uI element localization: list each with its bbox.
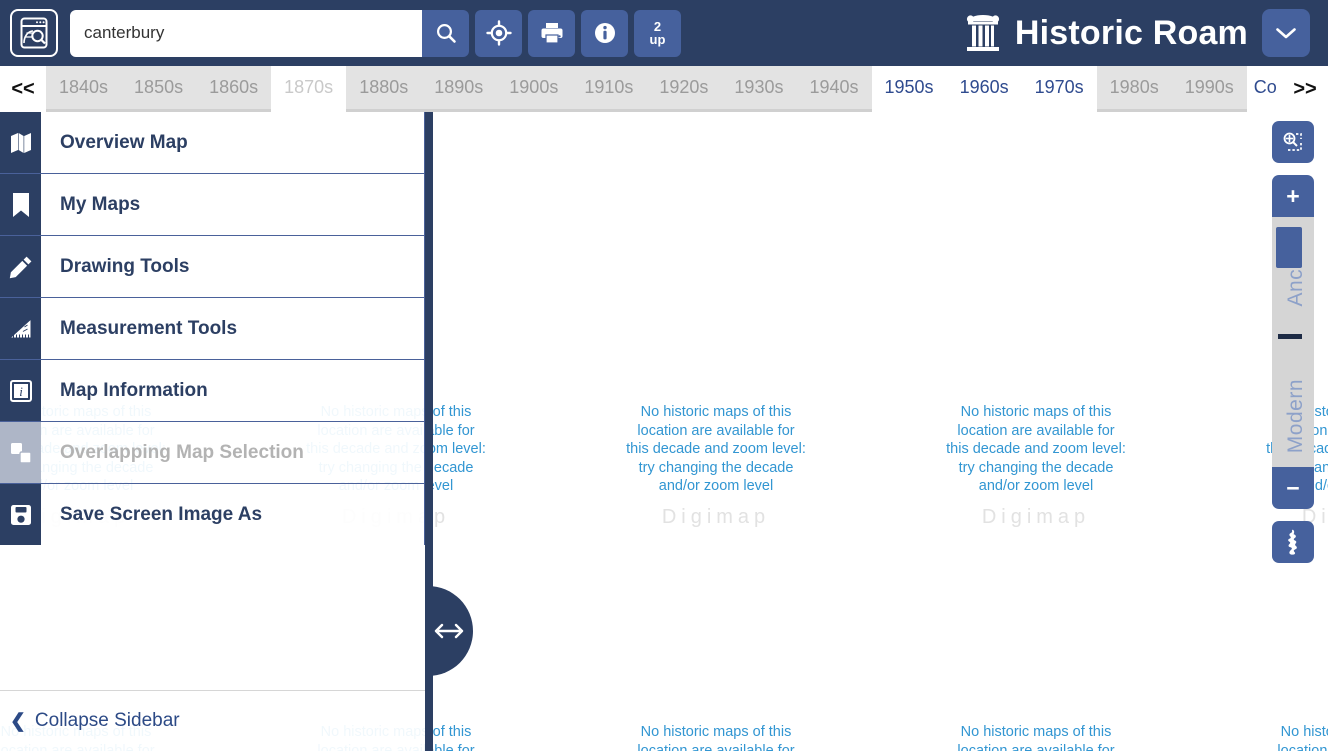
page-title: Historic Roam <box>1014 13 1248 52</box>
zoom-slider-handle[interactable] <box>1276 227 1302 268</box>
sidebar: Overview Map My Maps Drawing Tools Measurem… <box>0 112 425 751</box>
zoom-slider-group: + Ancient Modern − <box>1272 175 1314 509</box>
zoom-in-button[interactable]: + <box>1272 175 1314 217</box>
sidebar-item-label: Save Screen Image As <box>41 484 425 545</box>
decade-tab-1920s[interactable]: 1920s <box>646 66 722 112</box>
app-title-area: Historic Roam <box>681 9 1318 57</box>
crosshair-target-icon <box>485 20 512 46</box>
classical-column-icon <box>966 15 999 51</box>
app-header: 2 up Historic Roam <box>0 0 1328 66</box>
decade-tab-1970s[interactable]: 1970s <box>1021 66 1097 112</box>
sidebar-item-measurement-tools[interactable]: Measurement Tools <box>0 297 425 359</box>
collapse-sidebar-label: Collapse Sidebar <box>34 710 180 731</box>
map-tile-watermark: Digimap <box>981 505 1091 528</box>
info-button[interactable] <box>581 9 628 57</box>
sidebar-menu: Overview Map My Maps Drawing Tools Measurem… <box>0 112 425 545</box>
great-britain-outline-icon <box>1288 529 1297 555</box>
floppy-disk-icon <box>0 484 41 545</box>
search-area: 2 up <box>70 9 681 57</box>
search-input[interactable] <box>70 9 422 57</box>
map-tile: No historic maps of this location are av… <box>876 306 1196 626</box>
decade-tab-1880s[interactable]: 1880s <box>346 66 422 112</box>
zoom-slider-tick <box>1278 334 1302 339</box>
map-icon <box>0 112 41 173</box>
sidebar-item-map-information[interactable]: i Map Information <box>0 359 425 421</box>
info-box-icon: i <box>0 360 41 421</box>
print-button[interactable] <box>528 9 575 57</box>
search-button[interactable] <box>422 9 469 57</box>
decade-tab-1870s[interactable]: 1870s <box>271 66 347 112</box>
sidebar-item-label: Overview Map <box>41 112 425 173</box>
decade-tabs-scroll: 1840s 1850s 1860s 1870s 1880s 1890s 1900s 1910s… <box>46 66 1282 112</box>
collapse-sidebar-button[interactable]: ❮ Collapse Sidebar <box>0 690 425 751</box>
decade-tab-1910s[interactable]: 1910s <box>571 66 647 112</box>
decade-tab-1940s[interactable]: 1940s <box>796 66 872 112</box>
map-tile: No historic maps of this location are av… <box>1196 626 1328 751</box>
sidebar-item-my-maps[interactable]: My Maps <box>0 173 425 235</box>
map-tile: No historic maps of this location are av… <box>556 306 876 626</box>
decade-tab-1950s[interactable]: 1950s <box>871 66 947 112</box>
decade-tab-1960s[interactable]: 1960s <box>946 66 1022 112</box>
bookmark-icon <box>0 174 41 235</box>
zoom-slider-track[interactable]: Ancient Modern <box>1272 217 1314 467</box>
browser-search-logo-icon <box>20 17 48 49</box>
map-controls: + Ancient Modern − <box>1272 121 1314 563</box>
great-britain-extent-button[interactable] <box>1272 521 1314 563</box>
decade-tab-1900s[interactable]: 1900s <box>496 66 572 112</box>
decade-tab-1840s[interactable]: 1840s <box>46 66 122 112</box>
decade-tab-1890s[interactable]: 1890s <box>421 66 497 112</box>
decade-tab-1850s[interactable]: 1850s <box>121 66 197 112</box>
map-tile: No historic maps of this location are av… <box>556 626 876 751</box>
map-tile-message: No historic maps of this location are av… <box>957 724 1115 751</box>
ruler-triangle-icon <box>0 298 41 359</box>
locate-button[interactable] <box>475 9 522 57</box>
printer-icon <box>541 23 562 44</box>
sidebar-item-drawing-tools[interactable]: Drawing Tools <box>0 235 425 297</box>
decade-tab-1990s[interactable]: 1990s <box>1171 66 1247 112</box>
header-menu-dropdown-button[interactable] <box>1262 9 1310 57</box>
app-logo-button[interactable] <box>10 9 58 57</box>
sidebar-item-label: Map Information <box>41 360 425 421</box>
decade-tab-1980s[interactable]: 1980s <box>1096 66 1172 112</box>
map-tile-watermark: Digimap <box>661 505 771 528</box>
info-circle-icon <box>594 23 615 43</box>
decade-tabbar: << 1840s 1850s 1860s 1870s 1880s 1890s 1900s 19… <box>0 66 1328 112</box>
two-up-icon: 2 up <box>650 20 666 46</box>
decade-prev-button[interactable]: << <box>0 66 46 112</box>
zoom-out-button[interactable]: − <box>1272 467 1314 509</box>
sidebar-item-save-screen-image-as[interactable]: Save Screen Image As <box>0 483 425 545</box>
decade-tab-1860s[interactable]: 1860s <box>196 66 272 112</box>
horizontal-resize-arrows-icon <box>434 623 464 639</box>
map-tile-message: No historic maps of this location are av… <box>1277 724 1328 751</box>
svg-text:i: i <box>19 384 23 399</box>
pencil-icon <box>0 236 41 297</box>
zoom-to-area-button[interactable] <box>1272 121 1314 163</box>
decade-tab-1930s[interactable]: 1930s <box>721 66 797 112</box>
decade-next-button[interactable]: >> <box>1282 66 1328 112</box>
sidebar-item-overlapping-map-selection: Overlapping Map Selection <box>0 421 425 483</box>
sidebar-item-overview-map[interactable]: Overview Map <box>0 112 425 173</box>
map-tile-message: No historic maps of this location are av… <box>637 724 795 751</box>
chevron-down-icon <box>1276 28 1296 39</box>
sidebar-item-label: Overlapping Map Selection <box>41 422 425 483</box>
sidebar-item-label: Drawing Tools <box>41 236 425 297</box>
two-up-button[interactable]: 2 up <box>634 9 681 57</box>
two-up-bottom-label: up <box>649 32 666 47</box>
sidebar-item-label: My Maps <box>41 174 425 235</box>
overlapping-squares-icon <box>0 422 41 483</box>
sidebar-item-label: Measurement Tools <box>41 298 425 359</box>
slider-label-modern: Modern <box>1284 378 1307 453</box>
map-tile-message: No historic maps of this location are av… <box>946 404 1126 495</box>
decade-tab-cor[interactable]: Cor <box>1246 66 1277 112</box>
zoom-to-area-icon <box>1283 132 1302 151</box>
map-tile-message: No historic maps of this location are av… <box>626 404 806 495</box>
map-tile: No historic maps of this location are av… <box>876 626 1196 751</box>
magnifier-icon <box>436 23 456 43</box>
chevron-left-icon: ❮ <box>10 710 26 732</box>
